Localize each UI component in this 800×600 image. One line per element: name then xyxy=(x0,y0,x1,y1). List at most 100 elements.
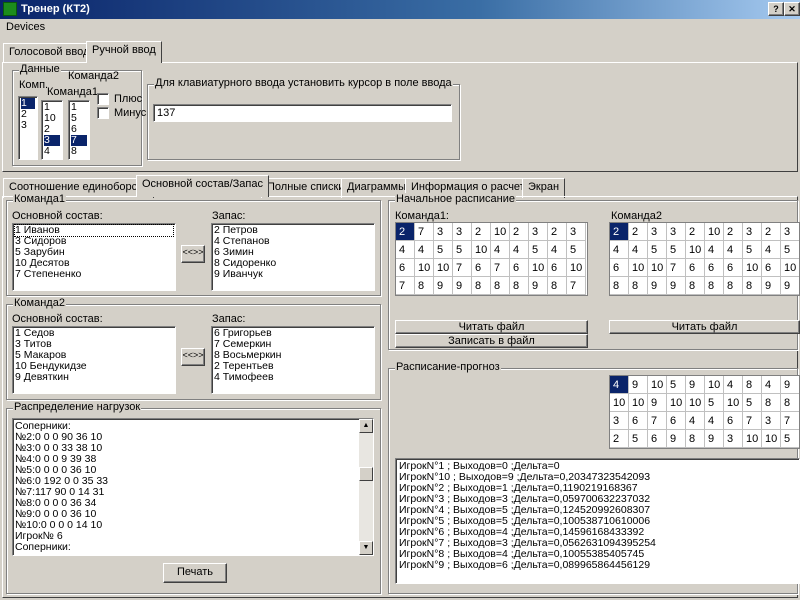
close-button[interactable]: ✕ xyxy=(784,2,800,16)
grid-cell[interactable]: 6 xyxy=(510,259,529,277)
grid-cell[interactable]: 5 xyxy=(453,241,472,259)
scroll-up-icon[interactable]: ▲ xyxy=(359,419,373,433)
grid-cell[interactable]: 6 xyxy=(396,259,415,277)
grid-cell[interactable]: 10 xyxy=(686,394,705,412)
grid-cell[interactable]: 10 xyxy=(472,241,491,259)
grid-cell[interactable]: 5 xyxy=(629,430,648,448)
grid-cell[interactable]: 2 xyxy=(396,223,415,241)
grid-cell[interactable]: 6 xyxy=(648,430,667,448)
grid-cell[interactable]: 3 xyxy=(567,223,586,241)
grid-cell[interactable]: 7 xyxy=(453,259,472,277)
grid-cell[interactable]: 3 xyxy=(667,223,686,241)
grid-cell[interactable]: 6 xyxy=(762,259,781,277)
grid-cell[interactable]: 10 xyxy=(629,259,648,277)
grid-cell[interactable]: 10 xyxy=(434,259,453,277)
grid-cell[interactable]: 10 xyxy=(705,376,724,394)
grid-cell[interactable]: 10 xyxy=(724,394,743,412)
grid-cell[interactable]: 10 xyxy=(743,259,762,277)
team2-schedule-grid[interactable]: 2 2 3 3 2 10 2 3 2 3 4 4 5 5 10 4 4 5 4 5 6 10 10 7 6 6 6 10 6 10 8 8 9 9… xyxy=(609,222,800,296)
menu-devices[interactable]: Devices xyxy=(6,21,45,33)
grid-cell[interactable]: 9 xyxy=(648,277,667,295)
grid-cell[interactable]: 4 xyxy=(491,241,510,259)
team2-main-listbox[interactable]: 1 Седов 3 Титов 5 Макаров 10 Бендукидзе … xyxy=(12,326,176,394)
grid-cell[interactable]: 2 xyxy=(610,430,629,448)
grid-cell[interactable]: 2 xyxy=(724,223,743,241)
grid-cell[interactable]: 10 xyxy=(648,376,667,394)
grid-cell[interactable]: 3 xyxy=(529,223,548,241)
grid-cell[interactable]: 6 xyxy=(610,259,629,277)
grid-cell[interactable]: 5 xyxy=(648,241,667,259)
grid-cell[interactable]: 10 xyxy=(762,430,781,448)
grid-cell[interactable]: 9 xyxy=(453,277,472,295)
grid-cell[interactable]: 8 xyxy=(762,394,781,412)
grid-cell[interactable]: 3 xyxy=(762,412,781,430)
load-distribution-memo[interactable]: Соперники: №2:0 0 0 90 36 10 №3:0 0 0 33… xyxy=(12,418,374,556)
grid-cell[interactable]: 2 xyxy=(610,223,629,241)
forecast-grid[interactable]: 4 9 10 5 9 10 4 8 4 9 10 10 9 10 10 5 10 5 8 8 3 6 7 6 4 4 6 7 3 7 2 5 6… xyxy=(609,375,800,449)
memo-scrollbar[interactable]: ▲ ▼ xyxy=(359,419,373,555)
grid-cell[interactable]: 8 xyxy=(743,277,762,295)
grid-cell[interactable]: 10 xyxy=(629,394,648,412)
grid-cell[interactable]: 6 xyxy=(629,412,648,430)
grid-cell[interactable]: 4 xyxy=(510,241,529,259)
grid-cell[interactable]: 3 xyxy=(781,223,799,241)
grid-cell[interactable]: 4 xyxy=(724,376,743,394)
grid-cell[interactable]: 8 xyxy=(629,277,648,295)
grid-cell[interactable]: 5 xyxy=(743,241,762,259)
grid-cell[interactable]: 10 xyxy=(781,259,799,277)
grid-cell[interactable]: 6 xyxy=(472,259,491,277)
tab-full-lists[interactable]: Полные списки xyxy=(261,178,351,198)
grid-cell[interactable]: 5 xyxy=(743,394,762,412)
team2-listbox[interactable]: 1 5 6 7 8 xyxy=(68,100,90,160)
grid-cell[interactable]: 2 xyxy=(686,223,705,241)
grid-cell[interactable]: 9 xyxy=(686,376,705,394)
list-item[interactable]: 8 xyxy=(71,146,87,157)
grid-cell[interactable]: 9 xyxy=(434,277,453,295)
grid-cell[interactable]: 10 xyxy=(743,430,762,448)
grid-cell[interactable]: 5 xyxy=(529,241,548,259)
grid-cell[interactable]: 5 xyxy=(705,394,724,412)
grid-cell[interactable]: 5 xyxy=(667,241,686,259)
grid-cell[interactable]: 3 xyxy=(743,223,762,241)
read-file-button-1[interactable]: Читать файл xyxy=(395,320,588,334)
team1-schedule-grid[interactable]: 2 7 3 3 2 10 2 3 2 3 4 4 5 5 10 4 4 5 4 5 6 10 10 7 6 7 6 10 6 10 7 8 9 9… xyxy=(395,222,588,296)
grid-cell[interactable]: 8 xyxy=(548,277,567,295)
grid-cell[interactable]: 9 xyxy=(529,277,548,295)
grid-cell[interactable]: 8 xyxy=(686,430,705,448)
forecast-log[interactable]: ИгрокN°1 ; Выходов=0 ;Дельта=0 ИгрокN°10… xyxy=(395,458,800,584)
grid-cell[interactable]: 3 xyxy=(724,430,743,448)
grid-cell[interactable]: 7 xyxy=(567,277,586,295)
comp-listbox[interactable]: 1 2 3 xyxy=(18,96,38,160)
list-item[interactable]: 4 Тимофеев xyxy=(214,372,372,383)
grid-cell[interactable]: 5 xyxy=(781,241,799,259)
grid-cell[interactable]: 4 xyxy=(610,376,629,394)
grid-cell[interactable]: 3 xyxy=(648,223,667,241)
grid-cell[interactable]: 3 xyxy=(610,412,629,430)
grid-cell[interactable]: 10 xyxy=(610,394,629,412)
grid-cell[interactable]: 10 xyxy=(648,259,667,277)
team2-reserve-listbox[interactable]: 6 Григорьев 7 Семеркин 8 Восьмеркин 2 Те… xyxy=(211,326,375,394)
keyboard-input-field[interactable]: 137 xyxy=(153,104,452,122)
grid-cell[interactable]: 4 xyxy=(396,241,415,259)
list-item[interactable]: 3 xyxy=(21,120,35,131)
grid-cell[interactable]: 4 xyxy=(762,241,781,259)
grid-cell[interactable]: 8 xyxy=(510,277,529,295)
grid-cell[interactable]: 6 xyxy=(724,259,743,277)
grid-cell[interactable]: 4 xyxy=(415,241,434,259)
tab-screen[interactable]: Экран xyxy=(522,178,566,198)
grid-cell[interactable]: 4 xyxy=(686,412,705,430)
grid-cell[interactable]: 2 xyxy=(762,223,781,241)
print-button[interactable]: Печать xyxy=(163,563,227,583)
grid-cell[interactable]: 9 xyxy=(705,430,724,448)
grid-cell[interactable]: 7 xyxy=(667,259,686,277)
grid-cell[interactable]: 8 xyxy=(491,277,510,295)
grid-cell[interactable]: 9 xyxy=(762,277,781,295)
write-file-button[interactable]: Записать в файл xyxy=(395,334,588,348)
list-item[interactable]: 9 Девяткин xyxy=(15,372,173,383)
grid-cell[interactable]: 4 xyxy=(724,241,743,259)
grid-cell[interactable]: 4 xyxy=(762,376,781,394)
grid-cell[interactable]: 2 xyxy=(510,223,529,241)
grid-cell[interactable]: 8 xyxy=(472,277,491,295)
grid-cell[interactable]: 3 xyxy=(434,223,453,241)
minus-checkbox[interactable] xyxy=(97,107,109,119)
